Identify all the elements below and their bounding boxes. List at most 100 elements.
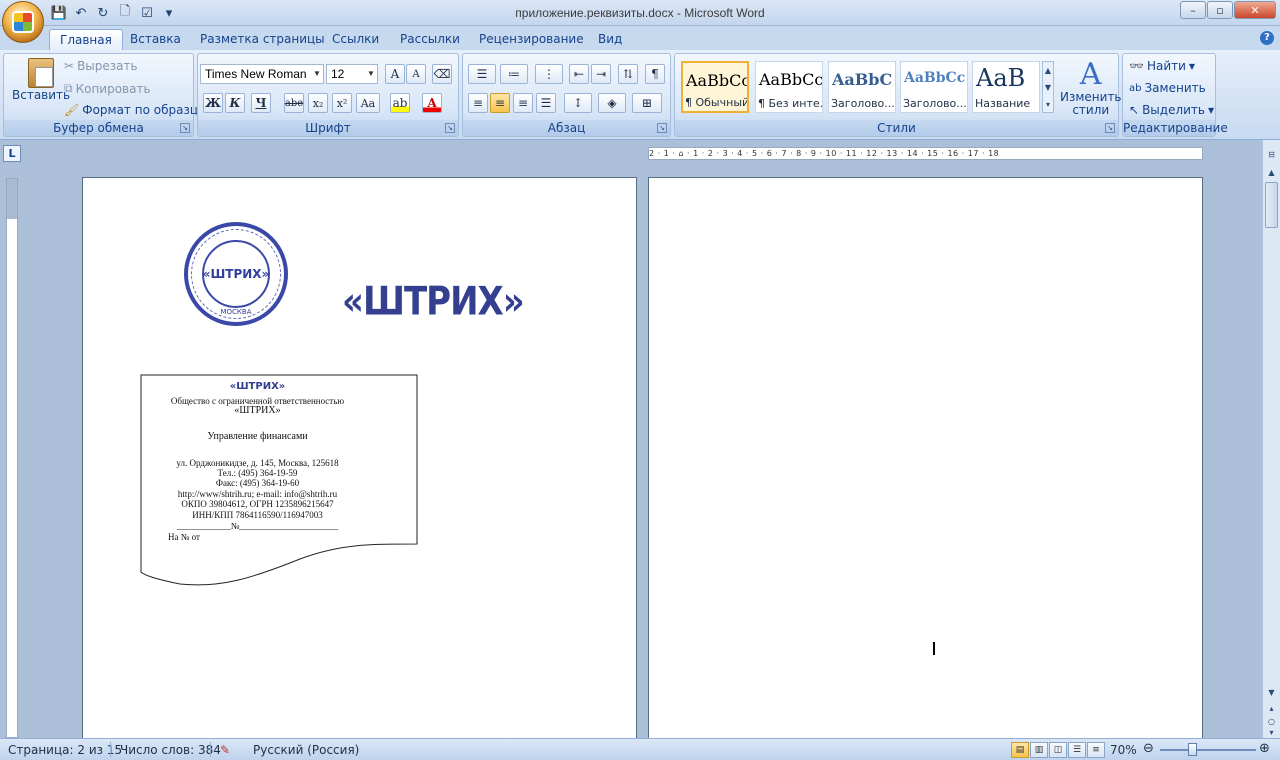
paste-button[interactable]: Вставить	[12, 58, 70, 102]
ruler-toggle-icon[interactable]: ⊟	[1265, 148, 1278, 161]
language-indicator[interactable]: Русский (Россия)	[253, 743, 359, 757]
word-count[interactable]: Число слов: 384	[120, 743, 221, 757]
tab-insert[interactable]: Вставка	[120, 29, 191, 50]
blank-line-phone: Тел.: (495) 364-19-59	[217, 468, 298, 478]
change-styles-button[interactable]: A Изменить стили	[1060, 59, 1122, 117]
tab-review[interactable]: Рецензирование	[469, 29, 594, 50]
style-heading-2[interactable]: AaBbCc Заголово...	[900, 61, 968, 113]
previous-page-icon[interactable]: ▴	[1265, 702, 1278, 715]
copy-button[interactable]: ⧉ Копировать	[64, 81, 151, 96]
outline-icon[interactable]: ☰	[1068, 742, 1086, 758]
close-button[interactable]: ✕	[1234, 1, 1276, 19]
vertical-scrollbar[interactable]: ⊟ ▲ ▼ ▴ ○ ▾	[1262, 140, 1280, 738]
binoculars-icon: 👓	[1129, 59, 1144, 73]
justify-icon[interactable]: ☰	[536, 93, 556, 113]
font-launcher-icon[interactable]: ↘	[445, 123, 455, 133]
italic-button[interactable]: К	[225, 93, 245, 113]
scroll-down-icon[interactable]: ▼	[1265, 686, 1278, 699]
copy-icon: ⧉	[64, 81, 73, 95]
tab-mailings[interactable]: Рассылки	[390, 29, 470, 50]
blank-line-name: «ШТРИХ»	[234, 405, 281, 416]
increase-indent-icon[interactable]: ⇥	[591, 64, 611, 84]
font-size-select[interactable]: 12 ▼	[326, 64, 378, 84]
page-indicator[interactable]: Страница: 2 из 15	[8, 743, 122, 757]
shrink-font-button[interactable]: A	[406, 64, 426, 84]
clipboard-launcher-icon[interactable]: ↘	[180, 123, 190, 133]
shading-icon[interactable]: ◈	[598, 93, 626, 113]
font-family-select[interactable]: Times New Roman ▼	[200, 64, 324, 84]
tab-home[interactable]: Главная	[49, 29, 123, 50]
align-left-icon[interactable]: ≡	[468, 93, 488, 113]
highlight-icon[interactable]: ab	[390, 93, 410, 113]
style-heading-1[interactable]: AaBbC Заголово...	[828, 61, 896, 113]
blank-line-address: ул. Орджоникидзе, д. 145, Москва, 125618	[176, 458, 339, 468]
seal-center-text: «ШТРИХ»	[202, 240, 270, 308]
clipboard-group: Вставить ✂ Вырезать ⧉ Копировать 🖌 Формат п…	[3, 53, 205, 137]
styles-scroll[interactable]: ▲ ▼ ▾	[1042, 61, 1054, 113]
find-button[interactable]: 👓 Найти ▼	[1129, 59, 1195, 73]
numbering-icon[interactable]: ≔	[500, 64, 528, 84]
style-normal[interactable]: AaBbCcI¶ Обычный	[681, 61, 749, 113]
print-layout-icon[interactable]: ▤	[1011, 742, 1029, 758]
scrollbar-thumb[interactable]	[1265, 182, 1278, 228]
zoom-slider[interactable]	[1160, 743, 1256, 756]
help-icon[interactable]: ?	[1260, 31, 1274, 45]
paragraph-launcher-icon[interactable]: ↘	[657, 123, 667, 133]
bullets-icon[interactable]: ☰	[468, 64, 496, 84]
subscript-button[interactable]: x₂	[308, 93, 328, 113]
cut-button[interactable]: ✂ Вырезать	[64, 59, 138, 73]
clear-format-icon[interactable]: ⌫	[432, 64, 452, 84]
scroll-up-icon[interactable]: ▲	[1265, 166, 1278, 179]
minimize-button[interactable]: –	[1180, 1, 1206, 19]
align-center-icon[interactable]: ≡	[490, 93, 510, 113]
office-button[interactable]	[2, 1, 44, 43]
letterhead-blank: «ШТРИХ» Общество с ограниченной ответств…	[140, 374, 419, 588]
underline-button[interactable]: Ч	[251, 93, 271, 113]
styles-a-icon: A	[1079, 57, 1102, 92]
zoom-level[interactable]: 70%	[1110, 743, 1137, 757]
style-title[interactable]: AaB Название	[972, 61, 1040, 113]
style-no-spacing[interactable]: AaBbCcI ¶ Без инте...	[755, 61, 823, 113]
brush-icon: 🖌	[64, 103, 80, 117]
zoom-in-icon[interactable]: ⊕	[1259, 741, 1270, 756]
sort-icon[interactable]: ⇅	[618, 64, 638, 84]
superscript-button[interactable]: x²	[332, 93, 352, 113]
styles-group-label: Стили	[675, 120, 1118, 136]
bold-button[interactable]: Ж	[203, 93, 223, 113]
full-screen-reading-icon[interactable]: ▥	[1030, 742, 1048, 758]
blank-line-ref: На № от	[168, 532, 200, 542]
styles-launcher-icon[interactable]: ↘	[1105, 123, 1115, 133]
font-color-icon[interactable]: A	[422, 93, 442, 113]
paragraph-group-label: Абзац	[463, 120, 670, 136]
line-spacing-icon[interactable]: ↕	[564, 93, 592, 113]
blank-line-inn: ИНН/КПП 7864116590/116947003	[192, 510, 323, 520]
tab-view[interactable]: Вид	[588, 29, 632, 50]
decrease-indent-icon[interactable]: ⇤	[569, 64, 589, 84]
align-right-icon[interactable]: ≡	[513, 93, 533, 113]
web-layout-icon[interactable]: ◫	[1049, 742, 1067, 758]
blank-line-fax: Факс: (495) 364-19-60	[215, 478, 300, 488]
tab-references[interactable]: Ссылки	[322, 29, 389, 50]
proofing-icon[interactable]: ✎	[220, 743, 230, 757]
font-group-label: Шрифт	[198, 120, 458, 136]
tab-selector-icon[interactable]: L	[3, 145, 21, 162]
blank-line-web: http://www/shtrih.ru; e-mail: info@shtri…	[177, 489, 338, 499]
strikethrough-button[interactable]: abe	[284, 93, 304, 113]
format-painter-button[interactable]: 🖌 Формат по образцу	[64, 103, 205, 117]
draft-icon[interactable]: ≡	[1087, 742, 1105, 758]
chevron-down-icon: ▼	[313, 69, 321, 78]
replace-button[interactable]: ab Заменить	[1129, 81, 1206, 95]
maximize-button[interactable]: ▫	[1207, 1, 1233, 19]
multilevel-list-icon[interactable]: ⋮	[535, 64, 563, 84]
page-right[interactable]	[648, 177, 1203, 738]
change-case-button[interactable]: Aa	[356, 93, 380, 113]
grow-font-button[interactable]: A	[385, 64, 405, 84]
tab-page-layout[interactable]: Разметка страницы	[190, 29, 335, 50]
show-marks-button[interactable]: ¶	[645, 64, 665, 84]
zoom-out-icon[interactable]: ⊖	[1143, 741, 1154, 756]
horizontal-ruler[interactable]: 2 · 1 · ⌂ · 1 · 2 · 3 · 4 · 5 · 6 · 7 · …	[648, 147, 1203, 160]
zoom-slider-thumb[interactable]	[1188, 743, 1197, 756]
select-button[interactable]: ↖ Выделить ▼	[1129, 103, 1214, 117]
blank-line-number: ____________№______________________	[176, 521, 339, 531]
borders-icon[interactable]: ⊞	[632, 93, 662, 113]
